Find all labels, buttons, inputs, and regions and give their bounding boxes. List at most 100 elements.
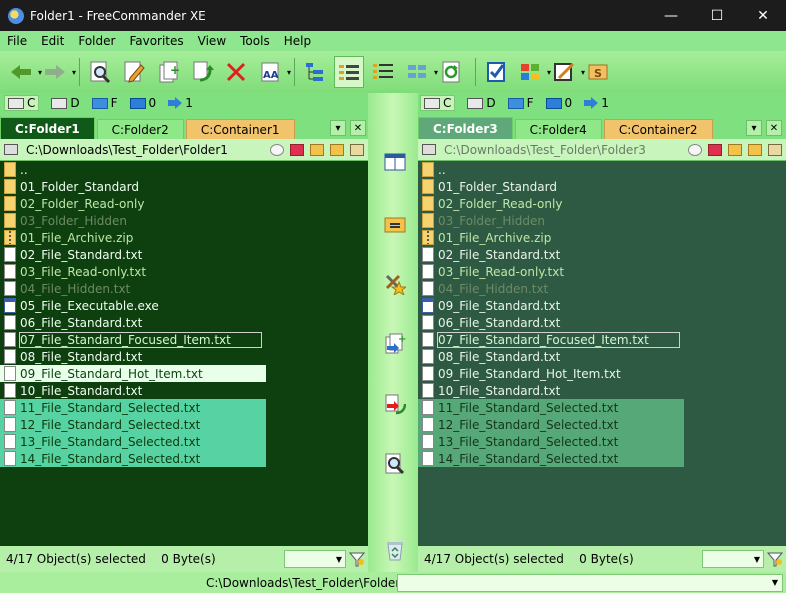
menu-help[interactable]: Help — [277, 34, 318, 48]
tab-container1[interactable]: C:Container1 — [185, 119, 295, 139]
file-row[interactable]: 10_File_Standard.txt — [418, 382, 786, 399]
file-row[interactable]: 11_File_Standard_Selected.txt — [0, 399, 266, 416]
file-row[interactable]: 03_File_Read-only.txt — [418, 263, 786, 280]
drive-c[interactable]: C — [4, 95, 40, 111]
donate-button[interactable]: S — [583, 56, 613, 88]
file-row[interactable]: 13_File_Standard_Selected.txt — [418, 433, 684, 450]
tab-folder4[interactable]: C:Folder4 — [514, 119, 602, 139]
file-row[interactable]: 01_File_Archive.zip — [0, 229, 368, 246]
thumbnail-view-button[interactable]: ▾ — [402, 56, 438, 88]
move-button[interactable] — [187, 56, 217, 88]
folder-open-icon[interactable] — [330, 143, 344, 156]
menu-favorites[interactable]: Favorites — [122, 34, 190, 48]
file-row[interactable]: 09_File_Standard_Hot_Item.txt — [418, 365, 786, 382]
tab-menu-dropdown[interactable]: ▾ — [746, 120, 762, 136]
history-icon[interactable] — [270, 143, 284, 156]
tools-star-icon[interactable] — [384, 273, 406, 295]
chevron-down-icon[interactable]: ▾ — [72, 68, 76, 77]
copy-to-other-icon[interactable]: + — [384, 333, 406, 355]
folder-options-icon[interactable] — [768, 143, 782, 156]
tab-folder3[interactable]: C:Folder3 — [418, 117, 513, 139]
menu-folder[interactable]: Folder — [71, 34, 122, 48]
tab-folder1[interactable]: C:Folder1 — [0, 117, 95, 139]
file-row[interactable]: 06_File_Standard.txt — [0, 314, 368, 331]
file-row[interactable]: 12_File_Standard_Selected.txt — [418, 416, 684, 433]
file-row[interactable]: 09_File_Standard.txt — [418, 297, 786, 314]
file-row[interactable]: 07_File_Standard_Focused_Item.txt — [0, 331, 368, 348]
file-row[interactable]: 08_File_Standard.txt — [418, 348, 786, 365]
rename-button[interactable]: AA ▾ — [255, 56, 291, 88]
menu-edit[interactable]: Edit — [34, 34, 71, 48]
desktop-0[interactable]: 0 — [129, 96, 156, 110]
drive-d[interactable]: D — [51, 96, 80, 110]
refresh-button[interactable] — [436, 56, 466, 88]
close-tab-icon[interactable]: ✕ — [766, 120, 782, 136]
file-row[interactable]: 12_File_Standard_Selected.txt — [0, 416, 266, 433]
file-row[interactable]: 04_File_Hidden.txt — [0, 280, 368, 297]
filter-icon[interactable] — [349, 551, 365, 567]
file-row[interactable]: .. — [418, 161, 786, 178]
details-view-button[interactable] — [334, 56, 364, 88]
folder-open-icon[interactable] — [748, 143, 762, 156]
drive-f[interactable]: F — [507, 96, 534, 110]
right-current-path[interactable]: C:\Downloads\Test_Folder\Folder3 — [444, 143, 646, 157]
left-current-path[interactable]: C:\Downloads\Test_Folder\Folder1 — [26, 143, 228, 157]
close-button[interactable]: ✕ — [740, 0, 786, 31]
filter-dropdown[interactable]: ▼ — [284, 550, 346, 568]
command-line-input[interactable]: ▼ — [397, 573, 783, 592]
delete-button[interactable] — [221, 56, 251, 88]
file-row[interactable]: 03_Folder_Hidden — [0, 212, 368, 229]
back-button[interactable]: ▾ — [6, 56, 42, 88]
edit-file-button[interactable] — [119, 56, 149, 88]
file-row[interactable]: 07_File_Standard_Focused_Item.txt — [418, 331, 786, 348]
favorites-heart-icon[interactable] — [290, 143, 304, 156]
folder-up-icon[interactable] — [310, 143, 324, 156]
compare-folders-icon[interactable] — [384, 151, 406, 173]
favorite-1[interactable]: 1 — [584, 96, 609, 110]
tab-container2[interactable]: C:Container2 — [603, 119, 713, 139]
maximize-button[interactable]: ☐ — [694, 0, 740, 31]
drive-d[interactable]: D — [467, 96, 496, 110]
desktop-0[interactable]: 0 — [545, 96, 572, 110]
filter-icon[interactable] — [767, 551, 783, 567]
file-row[interactable]: 06_File_Standard.txt — [418, 314, 786, 331]
copy-button[interactable]: + — [153, 56, 183, 88]
menu-file[interactable]: File — [0, 34, 34, 48]
filter-dropdown[interactable]: ▼ — [702, 550, 764, 568]
file-row[interactable]: 08_File_Standard.txt — [0, 348, 368, 365]
tree-view-button[interactable] — [300, 56, 330, 88]
left-file-list[interactable]: .. 01_Folder_Standard 02_Folder_Read-only 0… — [0, 161, 368, 546]
minimize-button[interactable]: — — [648, 0, 694, 31]
file-row[interactable]: 01_Folder_Standard — [418, 178, 786, 195]
view-file-button[interactable] — [85, 56, 115, 88]
drive-c[interactable]: C — [420, 95, 456, 111]
drive-f[interactable]: F — [91, 96, 118, 110]
folder-equal-icon[interactable] — [384, 213, 406, 235]
file-row[interactable]: .. — [0, 161, 368, 178]
list-view-button[interactable] — [368, 56, 398, 88]
view-search-icon[interactable] — [384, 453, 406, 475]
favorite-1[interactable]: 1 — [168, 96, 193, 110]
history-icon[interactable] — [688, 143, 702, 156]
file-row[interactable]: 09_File_Standard_Hot_Item.txt — [0, 365, 266, 382]
tab-folder2[interactable]: C:Folder2 — [96, 119, 184, 139]
folder-up-icon[interactable] — [728, 143, 742, 156]
forward-button[interactable]: ▾ — [40, 56, 76, 88]
file-row[interactable]: 02_Folder_Read-only — [418, 195, 786, 212]
file-row[interactable]: 14_File_Standard_Selected.txt — [418, 450, 684, 467]
close-tab-icon[interactable]: ✕ — [350, 120, 366, 136]
file-row[interactable]: 02_File_Standard.txt — [0, 246, 368, 263]
right-file-list[interactable]: .. 01_Folder_Standard 02_Folder_Read-only 0… — [418, 161, 786, 546]
file-row[interactable]: 11_File_Standard_Selected.txt — [418, 399, 684, 416]
chevron-down-icon[interactable]: ▾ — [287, 68, 291, 77]
tab-menu-dropdown[interactable]: ▾ — [330, 120, 346, 136]
menu-tools[interactable]: Tools — [233, 34, 277, 48]
favorites-heart-icon[interactable] — [708, 143, 722, 156]
file-row[interactable]: 14_File_Standard_Selected.txt — [0, 450, 266, 467]
move-to-other-icon[interactable] — [384, 393, 406, 415]
file-row[interactable]: 03_Folder_Hidden — [418, 212, 786, 229]
file-row[interactable]: 03_File_Read-only.txt — [0, 263, 368, 280]
file-row[interactable]: 02_Folder_Read-only — [0, 195, 368, 212]
file-row[interactable]: 13_File_Standard_Selected.txt — [0, 433, 266, 450]
recycle-bin-icon[interactable] — [384, 539, 406, 561]
